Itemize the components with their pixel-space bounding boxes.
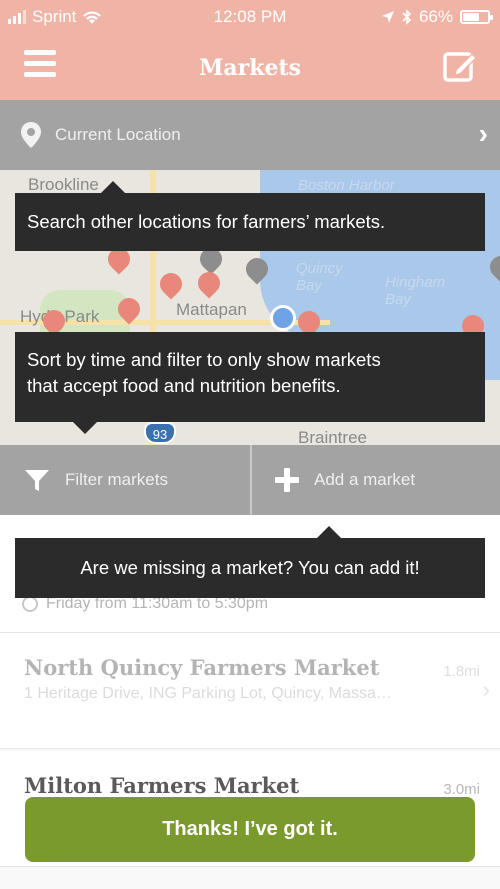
tooltip-arrow (317, 526, 341, 538)
chevron-right-icon: › (482, 677, 490, 702)
tooltip-text: Search other locations for farmers’ mark… (27, 211, 386, 232)
tooltip-arrow (101, 181, 125, 193)
filter-markets-button[interactable]: Filter markets (0, 445, 250, 515)
tooltip-text-line1: Sort by time and filter to only show mar… (27, 349, 381, 370)
map-label-hingham-bay: Hingham Bay (385, 274, 446, 308)
plus-icon (275, 468, 299, 492)
page-title: Markets (199, 55, 301, 81)
tooltip-text: Are we missing a market? You can add it! (80, 557, 420, 578)
map-label-mattapan: Mattapan (176, 300, 247, 319)
market-distance: 3.0mi (443, 781, 480, 798)
map-label-boston-harbor: Boston Harbor (298, 177, 395, 194)
compose-icon[interactable] (442, 48, 478, 84)
map-label-braintree: Braintree (298, 428, 367, 445)
location-label: Current Location (55, 125, 181, 144)
add-market-button[interactable]: Add a market (252, 445, 500, 515)
tooltip-sort-filter: Sort by time and filter to only show mar… (15, 332, 485, 434)
battery-percent: 66% (418, 7, 453, 26)
market-address: 1 Heritage Drive, ING Parking Lot, Quinc… (24, 685, 392, 702)
current-location-dot (270, 305, 296, 331)
battery-icon (460, 10, 493, 24)
map-label-brookline: Brookline (28, 175, 99, 194)
tooltip-search-locations: Search other locations for farmers’ mark… (15, 181, 485, 251)
bluetooth-icon (402, 9, 412, 25)
clock-icon (22, 596, 38, 612)
location-search-bar[interactable]: Current Location › (0, 100, 500, 170)
status-right: 66% (381, 7, 493, 27)
list-item[interactable]: North Quincy Farmers Market 1.8mi 1 Heri… (0, 633, 500, 749)
highway-shield: 93 (144, 422, 176, 444)
tooltip-add-market: Are we missing a market? You can add it! (15, 526, 485, 598)
location-arrow-icon (381, 11, 394, 23)
add-market-label: Add a market (314, 470, 416, 489)
filter-funnel-icon (25, 470, 49, 491)
location-pin-icon (21, 122, 41, 148)
market-pin[interactable] (193, 267, 225, 299)
market-distance: 1.8mi (443, 663, 480, 680)
chevron-right-icon: › (478, 118, 488, 149)
top-bar: Sprint 12:08 PM 66% Markets (0, 0, 500, 100)
tooltip-arrow (73, 422, 97, 434)
map-label-quincy-bay: Quincy Bay (296, 260, 343, 294)
market-pin[interactable] (155, 268, 187, 300)
filter-markets-label: Filter markets (65, 470, 168, 489)
market-name: North Quincy Farmers Market (24, 655, 380, 680)
filter-row: Filter markets Add a market (0, 445, 500, 515)
status-bar: Sprint 12:08 PM 66% (0, 0, 500, 36)
tooltip-text-line2: that accept food and nutrition benefits. (27, 375, 341, 396)
market-name: Milton Farmers Market (24, 773, 300, 798)
battery-fill (463, 13, 479, 21)
got-it-button[interactable]: Thanks! I’ve got it. (25, 797, 475, 862)
